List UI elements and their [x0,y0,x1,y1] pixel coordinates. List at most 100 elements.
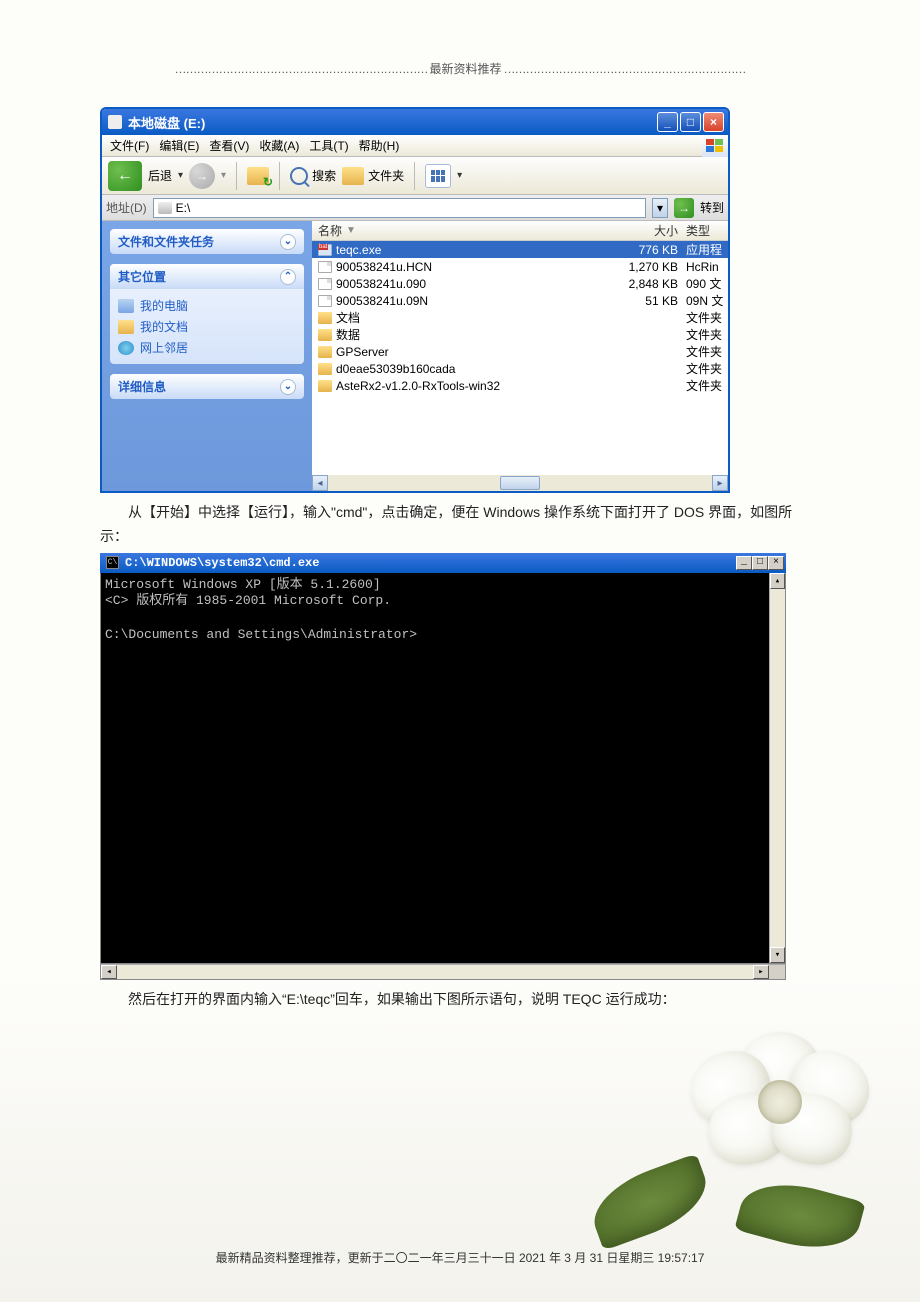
tasks-panel-head[interactable]: 文件和文件夹任务 ⌄ [110,229,304,254]
doc-icon [318,261,332,273]
place-network[interactable]: 网上邻居 [118,337,296,358]
table-row[interactable]: d0eae53039b160cada文件夹 [312,360,728,377]
close-button[interactable]: × [768,556,784,570]
scroll-left-icon[interactable]: ◂ [101,965,117,979]
table-row[interactable]: GPServer 文件夹 [312,343,728,360]
scroll-left-icon[interactable]: ◂ [312,475,328,491]
horizontal-scrollbar[interactable]: ◂ ▸ [100,964,786,980]
network-icon [118,341,134,355]
column-type[interactable]: 类型 [686,222,728,239]
place-my-documents[interactable]: 我的文档 [118,316,296,337]
column-name[interactable]: 名称 ▼ [312,222,614,239]
address-path: E:\ [176,201,191,215]
file-name: 900538241u.HCN [336,260,432,274]
details-panel-head[interactable]: 详细信息 ⌄ [110,374,304,399]
folder-icon [318,346,332,358]
cmd-titlebar[interactable]: C\ C:\WINDOWS\system32\cmd.exe _ □ × [100,553,786,573]
tasks-panel: 文件和文件夹任务 ⌄ [110,229,304,254]
file-type: 文件夹 [686,360,728,377]
minimize-button[interactable]: _ [657,112,678,132]
page-header: ……………………………………………………………最新资料推荐……………………………… [100,60,820,77]
maximize-button[interactable]: □ [680,112,701,132]
file-list: 名称 ▼ 大小 类型 teqc.exe776 KB应用程900538241u.H… [312,221,728,491]
place-my-computer[interactable]: 我的电脑 [118,295,296,316]
file-name: teqc.exe [336,243,381,257]
menu-bar: 文件(F) 编辑(E) 查看(V) 收藏(A) 工具(T) 帮助(H) [102,135,728,157]
go-button[interactable]: → [674,198,694,218]
up-folder-button[interactable]: ↻ [247,167,269,185]
back-dropdown[interactable]: ▾ [178,170,183,181]
folders-button[interactable]: 文件夹 [342,167,404,185]
cmd-window: C\ C:\WINDOWS\system32\cmd.exe _ □ × Mic… [100,553,786,980]
details-panel: 详细信息 ⌄ [110,374,304,399]
file-type: 090 文 [686,275,728,292]
search-icon [290,167,308,185]
file-name: 文档 [336,309,360,326]
toolbar: ← 后退 ▾ → ▾ ↻ 搜索 文件夹 ▾ [102,157,728,195]
scroll-right-icon[interactable]: ▸ [753,965,769,979]
table-row[interactable]: 数据 文件夹 [312,326,728,343]
go-label: 转到 [700,199,724,216]
forward-dropdown[interactable]: ▾ [221,170,226,181]
table-row[interactable]: 900538241u.09N51 KB09N 文 [312,292,728,309]
file-type: HcRin [686,260,728,274]
scroll-down-icon[interactable]: ▾ [770,947,785,963]
column-size[interactable]: 大小 [614,222,686,239]
other-places-head[interactable]: 其它位置 ⌃ [110,264,304,289]
chevron-down-icon: ⌄ [280,379,296,395]
cmd-title: C:\WINDOWS\system32\cmd.exe [125,556,730,570]
file-name: GPServer [336,345,389,359]
maximize-button[interactable]: □ [752,556,768,570]
page-footer: 最新精品资料整理推荐，更新于二〇二一年三月三十一日 2021 年 3 月 31 … [0,1249,920,1266]
horizontal-scrollbar[interactable]: ◂ ▸ [312,475,728,491]
cmd-output[interactable]: Microsoft Windows XP [版本 5.1.2600] <C> 版… [101,573,769,963]
vertical-scrollbar[interactable]: ▴ ▾ [769,573,785,963]
menu-favorites[interactable]: 收藏(A) [255,136,303,155]
folder-icon [318,312,332,324]
menu-view[interactable]: 查看(V) [205,136,253,155]
file-name: 数据 [336,326,360,343]
file-size: 2,848 KB [614,277,686,291]
explorer-sidebar: 文件和文件夹任务 ⌄ 其它位置 ⌃ 我的电脑 我的文档 网上邻居 [102,221,312,491]
other-places-panel: 其它位置 ⌃ 我的电脑 我的文档 网上邻居 [110,264,304,364]
scroll-right-icon[interactable]: ▸ [712,475,728,491]
forward-button[interactable]: → [189,163,215,189]
file-type: 文件夹 [686,343,728,360]
file-type: 文件夹 [686,377,728,394]
file-type: 文件夹 [686,309,728,326]
file-size: 1,270 KB [614,260,686,274]
back-button[interactable]: ← [108,161,142,191]
cmd-icon: C\ [106,556,119,569]
chevron-up-icon: ⌃ [280,269,296,285]
table-row[interactable]: 900538241u.HCN 1,270 KBHcRin [312,258,728,275]
paragraph-1: 从【开始】中选择【运行】，输入"cmd"，点击确定，便在 Windows 操作系… [100,501,820,549]
menu-help[interactable]: 帮助(H) [355,136,404,155]
views-dropdown[interactable]: ▾ [457,170,462,181]
table-row[interactable]: teqc.exe776 KB应用程 [312,241,728,258]
explorer-titlebar[interactable]: 本地磁盘 (E:) _ □ × [102,109,728,135]
table-row[interactable]: 文档 文件夹 [312,309,728,326]
search-button[interactable]: 搜索 [290,167,336,185]
scroll-up-icon[interactable]: ▴ [770,573,785,589]
close-button[interactable]: × [703,112,724,132]
folder-icon [342,167,364,185]
table-row[interactable]: 900538241u.0902,848 KB090 文 [312,275,728,292]
folder-icon [318,380,332,392]
windows-flag-icon [702,135,728,157]
doc-icon [318,278,332,290]
menu-tools[interactable]: 工具(T) [305,136,352,155]
views-button[interactable] [425,164,451,188]
menu-edit[interactable]: 编辑(E) [155,136,203,155]
file-type: 文件夹 [686,326,728,343]
window-title: 本地磁盘 (E:) [128,113,657,132]
drive-icon [158,202,172,214]
address-label: 地址(D) [106,199,147,216]
address-bar: 地址(D) E:\ ▾ → 转到 [102,195,728,221]
address-dropdown[interactable]: ▾ [652,198,668,218]
address-input[interactable]: E:\ [153,198,646,218]
folder-icon [318,363,332,375]
explorer-window: 本地磁盘 (E:) _ □ × 文件(F) 编辑(E) 查看(V) 收藏(A) … [100,107,730,493]
menu-file[interactable]: 文件(F) [106,136,153,155]
minimize-button[interactable]: _ [736,556,752,570]
table-row[interactable]: AsteRx2-v1.2.0-RxTools-win32文件夹 [312,377,728,394]
